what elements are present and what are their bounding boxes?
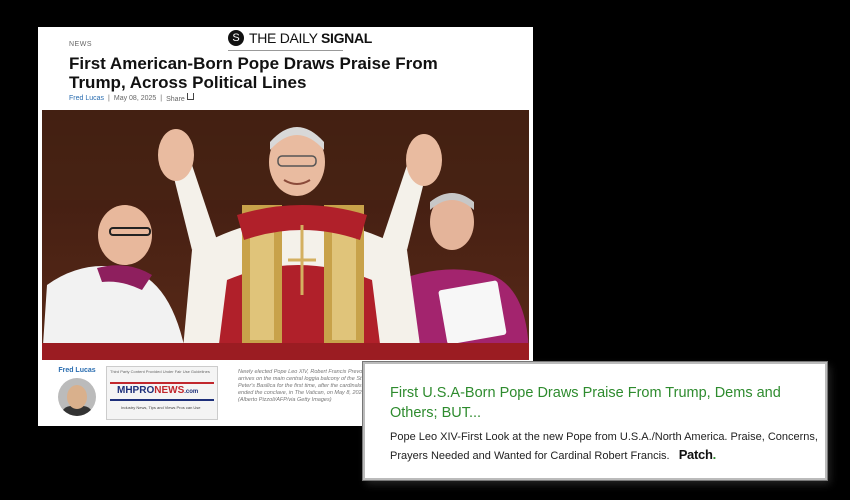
author-block[interactable]: Fred Lucas: [52, 367, 102, 416]
logo-bold-text: SIGNAL: [320, 30, 373, 46]
share-label: Share: [166, 96, 185, 103]
patch-summary-text: Pope Leo XIV-First Look at the new Pope …: [390, 431, 818, 462]
signal-logo-icon: S: [228, 30, 244, 46]
article-headline: First American-Born Pope Draws Praise Fr…: [69, 54, 438, 92]
daily-signal-logo[interactable]: S THE DAILY SIGNAL: [228, 30, 372, 46]
logo-divider: [228, 50, 343, 51]
logo-light-text: THE DAILY: [249, 30, 321, 46]
byline-author-link[interactable]: Fred Lucas: [69, 95, 104, 102]
patch-article-summary: Pope Leo XIV-First Look at the new Pope …: [390, 429, 820, 465]
share-icon: [186, 93, 194, 100]
mhpronews-logo: MHPRONEWS.com: [117, 385, 199, 396]
byline: Fred Lucas | May 08, 2025 | Share: [69, 93, 194, 103]
byline-separator: |: [160, 95, 163, 102]
fair-use-note: Third Party Content Provided Under Fair …: [110, 369, 210, 374]
pope-balcony-illustration: [42, 110, 529, 360]
article-hero-photo: [42, 110, 529, 360]
patch-brand-logo: Patch.: [678, 447, 717, 462]
mhpronews-tagline: Industry News, Tips and Views Pros can U…: [121, 405, 201, 410]
patch-article-title-link[interactable]: First U.S.A-Born Pope Draws Praise From …: [390, 383, 810, 423]
byline-date: May 08, 2025: [113, 95, 157, 102]
photo-caption: Newly elected Pope Leo XIV, Robert Franc…: [238, 369, 367, 403]
byline-separator: |: [108, 95, 110, 102]
section-kicker[interactable]: NEWS: [69, 41, 92, 48]
author-name[interactable]: Fred Lucas: [52, 367, 102, 374]
patch-article-card[interactable]: First U.S.A-Born Pope Draws Praise From …: [363, 362, 827, 480]
author-avatar[interactable]: [58, 378, 96, 416]
share-button[interactable]: Share: [166, 93, 194, 103]
mhpronews-promo-badge[interactable]: Third Party Content Provided Under Fair …: [106, 366, 218, 420]
